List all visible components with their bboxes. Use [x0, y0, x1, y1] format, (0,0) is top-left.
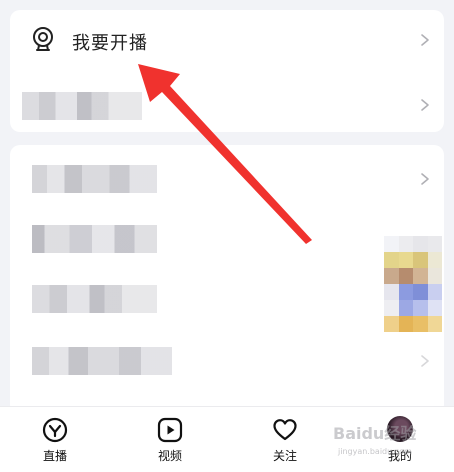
blurred-content — [32, 347, 172, 375]
start-live-label: 我要开播 — [72, 33, 148, 54]
play-icon — [157, 417, 183, 443]
blurred-content — [32, 165, 157, 193]
blurred-content — [22, 92, 142, 120]
live-tab-icon — [42, 417, 68, 443]
tab-video-label: 视频 — [157, 449, 182, 463]
heart-icon — [273, 419, 297, 441]
tab-video[interactable]: 视频 — [130, 407, 210, 472]
blurred-menu-row[interactable] — [10, 80, 444, 130]
blurred-menu-row[interactable] — [10, 155, 444, 203]
menu-card-middle — [10, 145, 444, 415]
blurred-menu-row[interactable] — [10, 337, 444, 385]
tab-follow[interactable]: 关注 — [245, 407, 325, 472]
tab-live[interactable]: 直播 — [15, 407, 95, 472]
start-live-row[interactable]: 我要开播 — [10, 10, 444, 70]
watermark-url: jingyan.baidu.com — [338, 447, 412, 456]
tab-live-label: 直播 — [42, 449, 67, 463]
menu-card-top: 我要开播 — [10, 10, 444, 132]
blurred-content — [32, 225, 157, 253]
chevron-right-icon — [421, 34, 429, 46]
chevron-right-icon — [421, 99, 429, 111]
watermark: Baidu经验 — [333, 424, 417, 443]
blurred-menu-row[interactable] — [10, 275, 444, 323]
blurred-content — [32, 285, 157, 313]
camera-icon — [33, 27, 53, 51]
blurred-image — [384, 236, 442, 332]
tab-follow-label: 关注 — [272, 449, 297, 463]
chevron-right-icon — [421, 173, 429, 185]
blurred-menu-row[interactable] — [10, 215, 444, 263]
chevron-right-icon — [421, 355, 429, 367]
